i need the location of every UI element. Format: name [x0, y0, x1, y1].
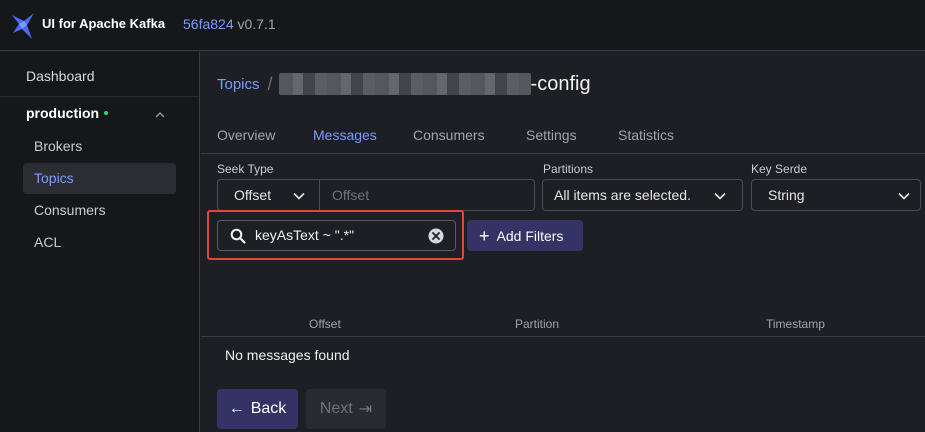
kafka-ui-logo-icon[interactable]: [10, 11, 36, 41]
sidebar-divider: [0, 96, 199, 97]
sidebar-item-consumers[interactable]: Consumers: [23, 195, 176, 226]
key-serde-value: String: [768, 187, 805, 203]
column-header-partition[interactable]: Partition: [515, 317, 559, 331]
breadcrumb: Topics / -config: [217, 70, 591, 98]
sidebar-item-acl[interactable]: ACL: [23, 227, 176, 258]
tab-settings[interactable]: Settings: [526, 127, 577, 143]
key-serde-select[interactable]: String: [751, 179, 921, 211]
back-label: Back: [250, 400, 287, 417]
filter-expression: keyAsText ~ ".*": [255, 227, 355, 243]
seek-type-label: Seek Type: [217, 162, 274, 176]
top-bar: UI for Apache Kafka 56fa824 v0.7.1: [0, 0, 925, 51]
main-content: Topics / -config Overview Messages Consu…: [201, 52, 925, 432]
tab-messages[interactable]: Messages: [313, 127, 377, 143]
tab-statistics[interactable]: Statistics: [618, 127, 674, 143]
topic-tabs: Overview Messages Consumers Settings Sta…: [201, 124, 925, 154]
breadcrumb-topics-link[interactable]: Topics: [217, 76, 260, 93]
add-filters-button[interactable]: + Add Filters: [467, 220, 583, 251]
version-hash-link[interactable]: 56fa824: [183, 16, 234, 32]
next-label: Next: [319, 400, 353, 417]
plus-icon: +: [479, 225, 490, 246]
cluster-toggle[interactable]: production: [26, 105, 109, 121]
seek-offset-input[interactable]: Offset: [319, 179, 535, 211]
add-filters-label: Add Filters: [496, 227, 564, 244]
back-button[interactable]: ← Back: [217, 389, 298, 429]
seek-type-select[interactable]: Offset: [217, 179, 320, 211]
app-version: 56fa824 v0.7.1: [183, 16, 276, 32]
seek-type-value: Offset: [234, 187, 272, 203]
chevron-down-icon: [293, 192, 305, 200]
app-name[interactable]: UI for Apache Kafka: [42, 16, 165, 31]
partitions-select[interactable]: All items are selected.: [542, 179, 743, 211]
key-serde-label: Key Serde: [751, 162, 808, 176]
sidebar-item-topics[interactable]: Topics: [23, 163, 176, 194]
breadcrumb-separator: /: [267, 73, 273, 94]
next-button[interactable]: Next ⇥: [306, 389, 386, 429]
sidebar: Dashboard production Brokers Topics Cons…: [0, 52, 200, 432]
search-icon: [230, 228, 246, 244]
messages-table-header: Offset Partition Timestamp: [201, 314, 925, 337]
tab-overview[interactable]: Overview: [217, 127, 275, 143]
sidebar-item-brokers[interactable]: Brokers: [23, 131, 176, 162]
chevron-down-icon: [898, 192, 910, 200]
partitions-label: Partitions: [543, 162, 594, 176]
tab-consumers[interactable]: Consumers: [413, 127, 485, 143]
column-header-timestamp[interactable]: Timestamp: [766, 317, 825, 331]
chevron-down-icon: [714, 192, 726, 200]
redacted-topic-name: [278, 73, 531, 95]
empty-state-text: No messages found: [225, 347, 350, 363]
arrow-right-bar-icon: ⇥: [358, 401, 373, 418]
clear-filter-icon[interactable]: [428, 228, 444, 244]
cluster-name: production: [26, 105, 100, 121]
arrow-left-icon: ←: [228, 400, 245, 417]
column-header-offset[interactable]: Offset: [309, 317, 341, 331]
active-filter-chip[interactable]: keyAsText ~ ".*": [217, 220, 456, 251]
partitions-value: All items are selected.: [554, 187, 691, 203]
cluster-status-dot: [104, 111, 109, 115]
version-number: v0.7.1: [237, 16, 276, 32]
topic-name-suffix: -config: [530, 72, 591, 95]
chevron-up-icon[interactable]: [155, 110, 165, 120]
sidebar-item-dashboard[interactable]: Dashboard: [26, 68, 95, 84]
